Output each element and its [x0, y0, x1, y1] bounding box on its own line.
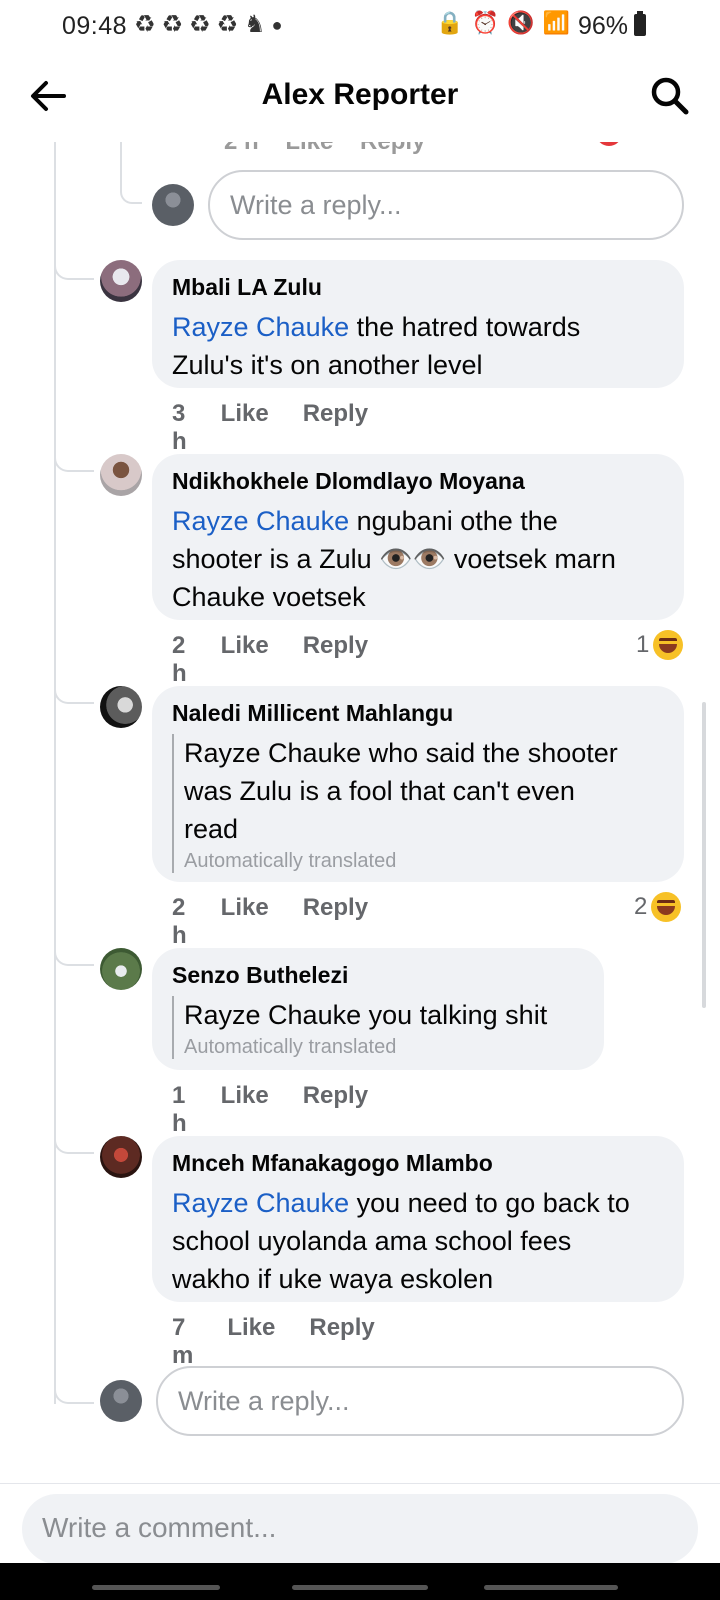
thread-connector	[54, 680, 94, 704]
comment-bubble: Naledi Millicent Mahlangu Rayze Chauke w…	[152, 686, 684, 882]
comment-placeholder: Write a comment...	[42, 1512, 277, 1543]
translation-note: Automatically translated	[184, 1036, 397, 1058]
comment-author[interactable]: Mnceh Mfanakagogo Mlambo	[172, 1150, 493, 1177]
system-navigation-bar	[0, 1563, 720, 1600]
alarm-icon: ⏰	[471, 10, 500, 35]
reply-input[interactable]: Write a reply...	[208, 170, 684, 240]
comment-bubble: Mbali LA Zulu Rayze Chauke the hatred to…	[152, 260, 684, 388]
thread-connector	[54, 256, 94, 280]
battery-percentage: 96%	[577, 12, 628, 40]
comment-bubble: Ndikhokhele Dlomdlayo Moyana Rayze Chauk…	[152, 454, 684, 620]
comment-text: Rayze Chauke the hatred towards Zulu's i…	[172, 312, 581, 380]
translation-note: Automatically translated	[184, 850, 397, 872]
mention-link[interactable]: Rayze Chauke	[172, 1188, 349, 1218]
home-button[interactable]	[292, 1585, 428, 1590]
avatar[interactable]	[100, 686, 142, 728]
reply-placeholder: Write a reply...	[230, 190, 402, 220]
comment-author[interactable]: Ndikhokhele Dlomdlayo Moyana	[172, 468, 525, 495]
comment-actions: 1 h Like Reply	[172, 1082, 402, 1138]
comment-thread[interactable]: 2 h Like Reply Write a reply... Mbali LA…	[0, 142, 720, 1452]
mention-link[interactable]: Rayze Chauke	[172, 312, 349, 342]
haha-reaction-icon	[651, 892, 682, 922]
avatar[interactable]	[100, 948, 142, 990]
thread-connector-nested	[120, 170, 142, 204]
page-title: Alex Reporter	[261, 78, 459, 111]
thread-connector	[54, 1380, 94, 1404]
search-button[interactable]	[648, 74, 692, 118]
reply-placeholder: Write a reply...	[178, 1386, 350, 1416]
like-button[interactable]: Like	[227, 1314, 275, 1370]
reaction-summary[interactable]: 2	[634, 892, 682, 922]
mention-link[interactable]: Rayze Chauke	[172, 506, 349, 536]
comment-time: 2 h	[172, 894, 187, 949]
thread-connector	[54, 1130, 94, 1154]
comment-actions: 2 h Like Reply	[172, 894, 402, 950]
reaction-count: 2	[634, 893, 648, 920]
comment-time: 7 m	[172, 1314, 194, 1369]
translated-text: Rayze Chauke who said the shooter was Zu…	[172, 734, 618, 873]
like-button[interactable]: Like	[221, 632, 269, 688]
figure-icon: ♞	[244, 11, 266, 38]
search-icon	[651, 77, 689, 115]
battery-icon	[634, 11, 646, 36]
comment-author[interactable]: Senzo Buthelezi	[172, 962, 348, 989]
comment-author[interactable]: Mbali LA Zulu	[172, 274, 322, 301]
system-icons: 🔒 ⏰ 🔇 📶	[436, 10, 570, 36]
comment-time: 1 h	[172, 1082, 187, 1137]
thread-connector	[54, 448, 94, 472]
thread-line	[54, 142, 56, 1404]
status-time: 09:48	[62, 12, 128, 40]
comment-time: 3 h	[172, 400, 187, 455]
avatar[interactable]	[100, 1136, 142, 1178]
reply-button[interactable]: Reply	[303, 894, 368, 950]
reply-input[interactable]: Write a reply...	[156, 1366, 684, 1436]
lock-icon: 🔒	[436, 10, 464, 35]
mute-icon: 🔇	[507, 10, 535, 35]
reaction-count: 1	[636, 631, 650, 658]
loop-icon: ♻	[161, 11, 184, 38]
comment-bubble: Mnceh Mfanakagogo Mlambo Rayze Chauke yo…	[152, 1136, 684, 1302]
dot-icon: ●	[271, 15, 283, 35]
reply-button[interactable]: Reply	[303, 400, 368, 456]
notification-icons: ♻ ♻ ♻ ♻ ♞ ●	[134, 10, 282, 40]
reply-button[interactable]: Reply	[309, 1314, 374, 1370]
comment-text: Rayze Chauke who said the shooter was Zu…	[184, 738, 618, 844]
thread-line-nested	[120, 142, 122, 170]
clipped-reaction-icon	[596, 142, 622, 146]
reply-button[interactable]: Reply	[303, 1082, 368, 1138]
avatar[interactable]	[100, 454, 142, 496]
comment-actions: 2 h Like Reply	[172, 632, 402, 688]
comment-time: 2 h	[172, 632, 187, 687]
like-button[interactable]: Like	[221, 894, 269, 950]
comment-text: Rayze Chauke you need to go back to scho…	[172, 1188, 630, 1294]
back-nav-button[interactable]	[484, 1585, 618, 1590]
loop-icon: ♻	[134, 11, 156, 38]
reaction-summary[interactable]: 1	[636, 630, 684, 660]
recents-button[interactable]	[92, 1585, 220, 1590]
avatar	[152, 184, 194, 226]
translated-text: Rayze Chauke you talking shit Automatica…	[172, 996, 547, 1059]
scrollbar[interactable]	[702, 702, 706, 1008]
loop-icon: ♻	[216, 11, 239, 38]
comment-text: Rayze Chauke ngubani othe the shooter is…	[172, 506, 616, 612]
comment-input[interactable]: Write a comment...	[22, 1494, 698, 1564]
like-button[interactable]: Like	[221, 400, 269, 456]
comment-actions: 3 h Like Reply	[172, 400, 402, 456]
haha-reaction-icon	[653, 630, 684, 660]
avatar	[100, 1380, 142, 1422]
comment-composer-bar: Write a comment...	[0, 1483, 720, 1564]
comment-bubble: Senzo Buthelezi Rayze Chauke you talking…	[152, 948, 604, 1070]
comment-author[interactable]: Naledi Millicent Mahlangu	[172, 700, 453, 727]
wifi-icon: 📶	[542, 10, 570, 35]
app-header: Alex Reporter	[0, 56, 720, 142]
reply-button[interactable]: Reply	[303, 632, 368, 688]
like-button[interactable]: Like	[221, 1082, 269, 1138]
thread-connector	[54, 942, 94, 966]
loop-icon: ♻	[189, 11, 211, 38]
clipped-actions: 2 h Like Reply	[224, 142, 425, 156]
status-bar: 09:48 ♻ ♻ ♻ ♻ ♞ ● 🔒 ⏰ 🔇 📶 96%	[0, 0, 720, 54]
comment-text: Rayze Chauke you talking shit	[184, 1000, 548, 1030]
comment-actions: 7 m Like Reply	[172, 1314, 409, 1370]
avatar[interactable]	[100, 260, 142, 302]
